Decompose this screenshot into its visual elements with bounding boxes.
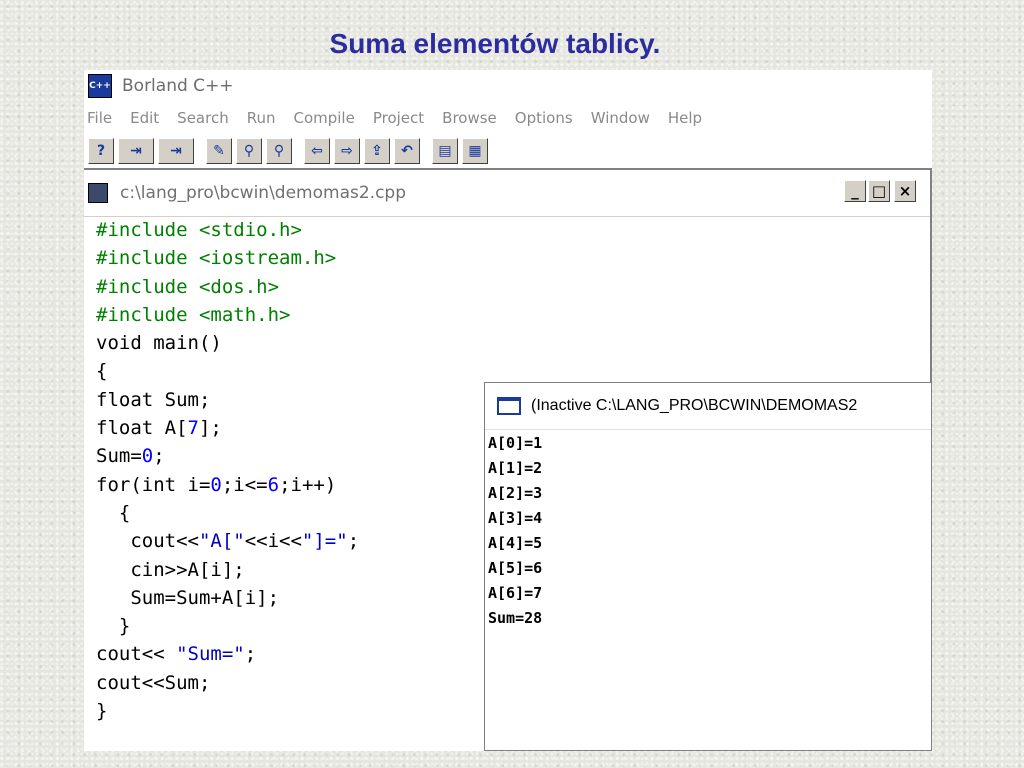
code-line: cout<<"A["<<i<<"]="; <box>96 527 359 555</box>
code-line: { <box>96 499 359 527</box>
code-line: } <box>96 612 359 640</box>
code-token: cout<< <box>96 530 199 553</box>
code-token: 0 <box>141 445 154 468</box>
code-line: float A[7]; <box>96 414 359 442</box>
code-line: #include <math.h> <box>96 301 359 329</box>
code-token: { <box>96 501 131 524</box>
code-editor[interactable]: #include <stdio.h> #include <iostream.h> #… <box>96 216 359 725</box>
edit-icon[interactable]: ✎ <box>206 138 232 164</box>
code-line: #include <stdio.h> <box>96 216 359 244</box>
code-token: for(int i= <box>96 473 211 496</box>
app-titlebar: C++ Borland C++ <box>84 70 932 102</box>
code-token: Sum=Sum+A[i]; <box>96 586 280 609</box>
menu-browse[interactable]: Browse <box>442 109 497 127</box>
borland-logo-icon: C++ <box>88 74 112 98</box>
output-line: A[5]=6 <box>488 559 543 577</box>
code-token: 6 <box>267 473 280 496</box>
code-token: #include <iostream.h> <box>96 247 337 270</box>
menu-file[interactable]: File <box>87 109 112 127</box>
output-line: A[2]=3 <box>488 484 543 502</box>
toolbar: ? ⇥ ⇥ ✎ ⚲ ⚲ ⇦ ⇨ ⇪ ↶ ▤ ▦ <box>84 134 932 170</box>
code-token: cout<<Sum; <box>96 671 211 694</box>
output-line: A[3]=4 <box>488 509 543 527</box>
code-line: cout<< "Sum="; <box>96 640 359 668</box>
code-token: void main() <box>96 332 222 355</box>
console-window-icon <box>497 397 521 415</box>
code-line: #include <dos.h> <box>96 273 359 301</box>
output-line: Sum=28 <box>488 609 543 627</box>
code-token: #include <math.h> <box>96 303 291 326</box>
menu-compile[interactable]: Compile <box>293 109 354 127</box>
code-line: { <box>96 357 359 385</box>
menu-window[interactable]: Window <box>591 109 650 127</box>
code-token: ; <box>153 445 165 468</box>
compile-icon[interactable]: ⇦ <box>304 138 330 164</box>
code-token: "]=" <box>301 530 348 553</box>
save-file-icon[interactable]: ⇥ <box>118 138 154 164</box>
code-token: } <box>96 615 131 638</box>
code-token: #include <dos.h> <box>96 275 280 298</box>
output-line: A[0]=1 <box>488 434 543 452</box>
code-token: { <box>96 360 108 383</box>
code-token: ; <box>347 530 360 553</box>
code-token: <<i<< <box>244 530 302 553</box>
binary-icon[interactable]: ▤ <box>432 138 458 164</box>
make-icon[interactable]: ⇨ <box>334 138 360 164</box>
editor-title: c:\lang_pro\bcwin\demomas2.cpp <box>120 183 407 203</box>
code-line: cin>>A[i]; <box>96 556 359 584</box>
editor-titlebar[interactable]: c:\lang_pro\bcwin\demomas2.cpp _ □ × <box>84 170 930 217</box>
menu-project[interactable]: Project <box>373 109 424 127</box>
code-token: "Sum=" <box>176 643 245 666</box>
code-line: float Sum; <box>96 386 359 414</box>
code-token: cin>>A[i]; <box>96 558 245 581</box>
code-token: float Sum; <box>96 388 211 411</box>
slide-title: Suma elementów tablicy. <box>329 28 661 59</box>
menu-help[interactable]: Help <box>668 109 702 127</box>
code-token: 0 <box>210 473 222 496</box>
menu-edit[interactable]: Edit <box>130 109 159 127</box>
code-line: #include <iostream.h> <box>96 244 359 272</box>
code-token: #include <stdio.h> <box>96 219 302 241</box>
binary-wide-icon[interactable]: ▦ <box>462 138 488 164</box>
code-token: 7 <box>187 417 199 440</box>
output-line: A[6]=7 <box>488 584 543 602</box>
app-title: Borland C++ <box>122 76 234 96</box>
code-line: cout<<Sum; <box>96 669 359 697</box>
menu-search[interactable]: Search <box>177 109 229 127</box>
output-window: (Inactive C:\LANG_PRO\BCWIN\DEMOMAS2 A[0… <box>484 382 932 751</box>
close-button[interactable]: × <box>894 180 916 202</box>
code-line: for(int i=0;i<=6;i++) <box>96 471 359 499</box>
document-icon <box>88 183 108 203</box>
code-token: Sum= <box>96 445 142 468</box>
find-again-icon[interactable]: ⚲ <box>266 138 292 164</box>
menu-run[interactable]: Run <box>247 109 276 127</box>
code-token: "A[" <box>198 530 245 553</box>
code-token: float A[ <box>96 417 188 440</box>
code-token: } <box>96 700 108 723</box>
code-token: ; <box>244 643 257 666</box>
code-line: } <box>96 697 359 725</box>
undo-icon[interactable]: ↶ <box>394 138 420 164</box>
output-line: A[1]=2 <box>488 459 543 477</box>
console-output: A[0]=1 A[1]=2 A[2]=3 A[3]=4 A[4]=5 A[5]=6 A[6]… <box>488 431 542 631</box>
code-line: Sum=0; <box>96 442 359 470</box>
help-icon[interactable]: ? <box>88 138 114 164</box>
menubar: File Edit Search Run Compile Project Browse Opt… <box>84 102 932 134</box>
code-token: ;i<= <box>221 473 268 496</box>
menu-options[interactable]: Options <box>515 109 573 127</box>
code-line: void main() <box>96 329 359 357</box>
output-titlebar[interactable]: (Inactive C:\LANG_PRO\BCWIN\DEMOMAS2 <box>485 383 931 430</box>
open-project-icon[interactable]: ⇪ <box>364 138 390 164</box>
maximize-button[interactable]: □ <box>868 180 890 202</box>
find-icon[interactable]: ⚲ <box>236 138 262 164</box>
output-title: (Inactive C:\LANG_PRO\BCWIN\DEMOMAS2 <box>531 397 858 414</box>
code-token: ;i++) <box>279 473 337 496</box>
save-all-icon[interactable]: ⇥ <box>158 138 194 164</box>
code-line: Sum=Sum+A[i]; <box>96 584 359 612</box>
output-line: A[4]=5 <box>488 534 543 552</box>
minimize-button[interactable]: _ <box>844 180 866 202</box>
code-token: cout<< <box>96 643 177 666</box>
code-token: ]; <box>198 417 222 440</box>
